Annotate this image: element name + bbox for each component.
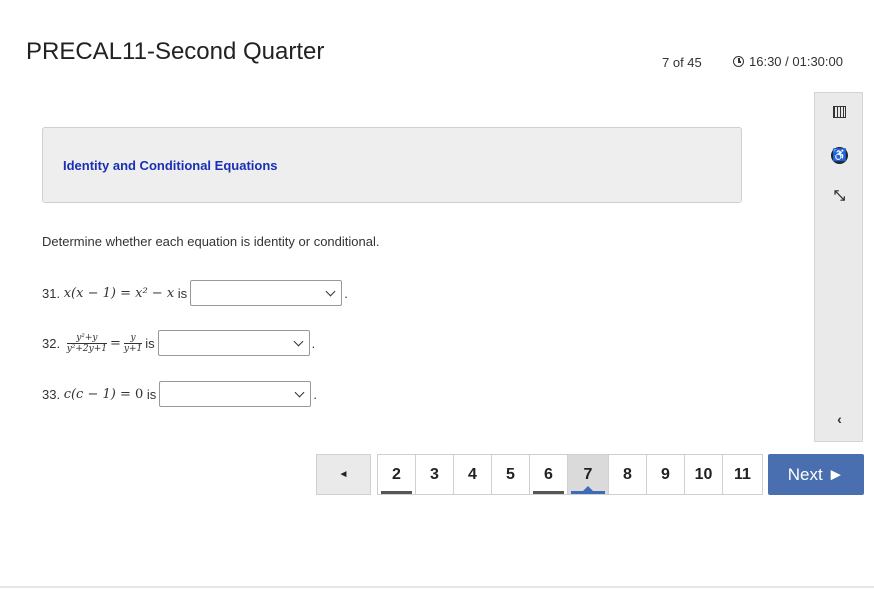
timer-text: 16:30 / 01:30:00 [749,54,843,69]
instructions: Determine whether each equation is ident… [42,234,380,249]
page-button[interactable]: 8 [608,454,647,495]
lhs-fraction: y²+y y²+2y+1 [66,332,108,354]
rhs-fraction: y y+1 [123,332,143,354]
answer-select-31[interactable] [190,280,343,306]
question-32: 32. y²+y y²+2y+1 = y y+1 is . [42,330,315,356]
divider [0,586,874,588]
next-button[interactable]: Next ► [768,454,864,495]
page-button[interactable]: 6 [529,454,568,495]
page-button[interactable]: 2 [377,454,416,495]
is-label: is [145,335,155,351]
question-progress: 7 of 45 [662,55,702,70]
is-label: is [177,285,188,301]
page-button[interactable]: 9 [646,454,685,495]
answer-select-32[interactable] [157,330,310,356]
page-button[interactable]: 5 [491,454,530,495]
equation-rhs: 0 [135,386,144,402]
question-31: 31. x(x − 1) = x² − x is . [42,280,348,306]
calendar-icon[interactable] [815,105,864,121]
page-button[interactable]: 3 [415,454,454,495]
page-button[interactable]: 10 [684,454,723,495]
page-button[interactable]: 4 [453,454,492,495]
side-toolbar: ♿ ⤡ ‹ [814,92,863,442]
equation-lhs: x(x − 1) [63,285,116,301]
equation-rhs: x² − x [135,285,175,301]
section-heading: Identity and Conditional Equations [63,158,278,173]
question-number: 31. [42,285,61,301]
question-33: 33. c(c − 1) = 0 is . [42,381,317,407]
question-number: 32. [42,335,61,351]
page-button-current[interactable]: 7 [567,454,609,495]
expand-icon[interactable]: ⤡ [815,187,864,204]
chevron-left-icon[interactable]: ‹ [815,411,864,427]
clock-icon [733,56,744,67]
timer: 16:30 / 01:30:00 [733,54,843,69]
question-number: 33. [42,386,61,402]
page-button[interactable]: 11 [722,454,763,495]
page-title: PRECAL11-Second Quarter [26,38,325,65]
equation-lhs: c(c − 1) [63,386,116,402]
section-card: Identity and Conditional Equations [42,127,742,203]
answer-select-33[interactable] [159,381,312,407]
is-label: is [146,386,157,402]
prev-page-button[interactable]: ◄ [316,454,371,495]
accessibility-icon[interactable]: ♿ [815,146,864,164]
